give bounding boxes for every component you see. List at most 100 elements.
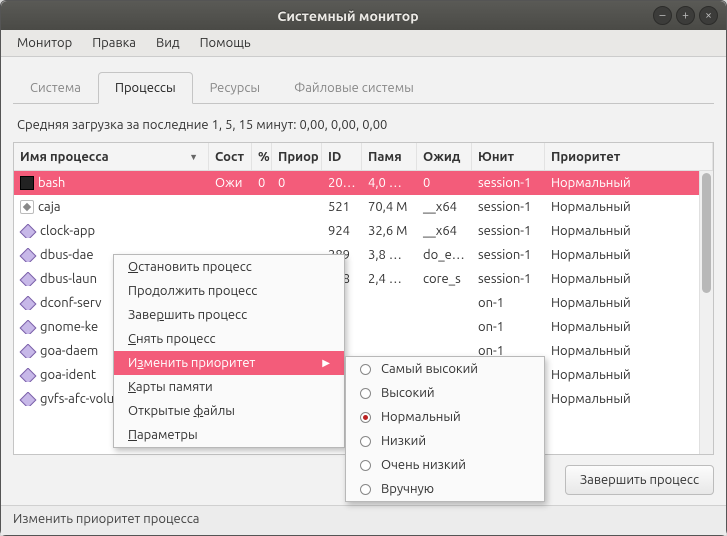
col-header-wait[interactable]: Ожид (417, 143, 472, 170)
table-row[interactable]: caja52170,4 М__x64session-1Нормальный (14, 195, 713, 219)
sort-indicator-icon: ▼ (189, 152, 202, 162)
col-header-state[interactable]: Сост (209, 143, 252, 170)
menu-monitor[interactable]: Монитор (7, 32, 82, 54)
cell-unit: session-1 (472, 176, 545, 190)
cell-priority: Нормальный (545, 368, 713, 382)
cell-priority: Нормальный (545, 272, 713, 286)
cell-id: 924 (322, 224, 362, 238)
cell-priority: Нормальный (545, 200, 713, 214)
col-header-cpu[interactable]: % (252, 143, 272, 170)
priority-label: Нормальный (381, 410, 461, 424)
context-menu: Остановить процессПродолжить процессЗаве… (113, 254, 345, 448)
priority-option[interactable]: Вручную (346, 477, 544, 501)
col-header-id[interactable]: ID (322, 143, 362, 170)
priority-label: Очень низкий (381, 458, 466, 472)
tab-filesystems[interactable]: Файловые системы (277, 72, 431, 104)
context-menu-item[interactable]: Карты памяти (114, 375, 344, 399)
priority-option[interactable]: Высокий (346, 381, 544, 405)
cell-priority: Нормальный (545, 176, 713, 190)
context-menu-item[interactable]: Открытые файлы (114, 399, 344, 423)
context-menu-item[interactable]: Продолжить процесс (114, 279, 344, 303)
process-icon (20, 392, 37, 406)
priority-submenu: Самый высокий Высокий Нормальный Низкий Очен… (345, 356, 545, 502)
process-name: dbus-dae (40, 248, 94, 262)
table-row[interactable]: bashОжи0020724,0 МиБ0session-1Нормальный (14, 171, 713, 195)
priority-label: Высокий (381, 386, 435, 400)
process-icon (20, 368, 37, 382)
priority-option[interactable]: Очень низкий (346, 453, 544, 477)
menubar: Монитор Правка Вид Помощь (1, 30, 726, 57)
maximize-button[interactable]: + (676, 6, 695, 25)
cell-unit: session-1 (472, 224, 545, 238)
window-controls: – + × (653, 6, 718, 25)
context-menu-item[interactable]: Параметры (114, 423, 344, 447)
cell-unit: on-1 (472, 320, 545, 334)
context-menu-item[interactable]: Остановить процесс (114, 255, 344, 279)
process-icon (20, 320, 37, 334)
main-window: Системный монитор – + × Монитор Правка В… (0, 0, 727, 536)
col-header-nice[interactable]: Приор (272, 143, 322, 170)
process-name: goa-ident (40, 368, 96, 382)
process-icon (20, 176, 34, 190)
vertical-scrollbar[interactable] (699, 171, 713, 454)
cell-nice: 0 (272, 176, 322, 190)
table-header: Имя процесса▼ Сост % Приор ID Памя Ожид … (14, 143, 713, 171)
minimize-button[interactable]: – (653, 6, 672, 25)
cell-mem: 2,4 МиБ (362, 272, 417, 286)
process-name: dconf-serv (40, 296, 101, 310)
cell-priority: Нормальный (545, 248, 713, 262)
col-header-priority[interactable]: Приоритет (545, 143, 713, 170)
tab-processes[interactable]: Процессы (98, 72, 193, 104)
close-button[interactable]: × (699, 6, 718, 25)
tab-system[interactable]: Система (13, 72, 98, 104)
radio-icon (360, 484, 371, 495)
cell-id: 2072 (322, 176, 362, 190)
process-name: gnome-ke (40, 320, 98, 334)
priority-option[interactable]: Низкий (346, 429, 544, 453)
cell-priority: Нормальный (545, 224, 713, 238)
priority-option[interactable]: Нормальный (346, 405, 544, 429)
scroll-thumb[interactable] (702, 173, 711, 293)
radio-icon (360, 412, 371, 423)
priority-option[interactable]: Самый высокий (346, 357, 544, 381)
status-bar: Изменить приоритет процесса (1, 505, 726, 535)
cell-priority: Нормальный (545, 320, 713, 334)
cell-wait: 0 (417, 176, 472, 190)
process-icon (20, 200, 34, 214)
load-average-text: Средняя загрузка за последние 1, 5, 15 м… (13, 104, 714, 142)
col-header-name[interactable]: Имя процесса▼ (14, 143, 209, 170)
cell-unit: session-1 (472, 200, 545, 214)
cell-wait: __x64 (417, 200, 472, 214)
tab-resources[interactable]: Ресурсы (193, 72, 277, 104)
cell-id: 521 (322, 200, 362, 214)
process-name: dbus-laun (40, 272, 97, 286)
end-process-button[interactable]: Завершить процесс (565, 465, 714, 495)
cell-unit: session-1 (472, 248, 545, 262)
cell-wait: do_epo (417, 248, 472, 262)
cell-state: Ожи (209, 176, 252, 190)
context-menu-item[interactable]: Завершить процесс (114, 303, 344, 327)
cell-priority: Нормальный (545, 392, 713, 406)
menu-view[interactable]: Вид (146, 32, 190, 54)
cell-mem: 32,6 М (362, 224, 417, 238)
col-header-mem[interactable]: Памя (362, 143, 417, 170)
process-icon (20, 344, 37, 358)
menu-help[interactable]: Помощь (190, 32, 261, 54)
priority-label: Вручную (381, 482, 434, 496)
process-name: caja (38, 200, 61, 214)
col-header-unit[interactable]: Юнит (472, 143, 545, 170)
priority-label: Самый высокий (381, 362, 478, 376)
tab-bar: Система Процессы Ресурсы Файловые систем… (13, 71, 714, 104)
cell-mem: 4,0 МиБ (362, 176, 417, 190)
cell-wait: __x64 (417, 224, 472, 238)
cell-priority: Нормальный (545, 296, 713, 310)
radio-icon (360, 388, 371, 399)
menu-edit[interactable]: Правка (82, 32, 146, 54)
window-title: Системный монитор (43, 8, 653, 24)
cell-unit: session-1 (472, 272, 545, 286)
table-row[interactable]: clock-app92432,6 М__x64session-1Нормальн… (14, 219, 713, 243)
context-menu-item[interactable]: Снять процесс (114, 327, 344, 351)
radio-icon (360, 436, 371, 447)
context-menu-item[interactable]: Изменить приоритет▶ (114, 351, 344, 375)
radio-icon (360, 460, 371, 471)
